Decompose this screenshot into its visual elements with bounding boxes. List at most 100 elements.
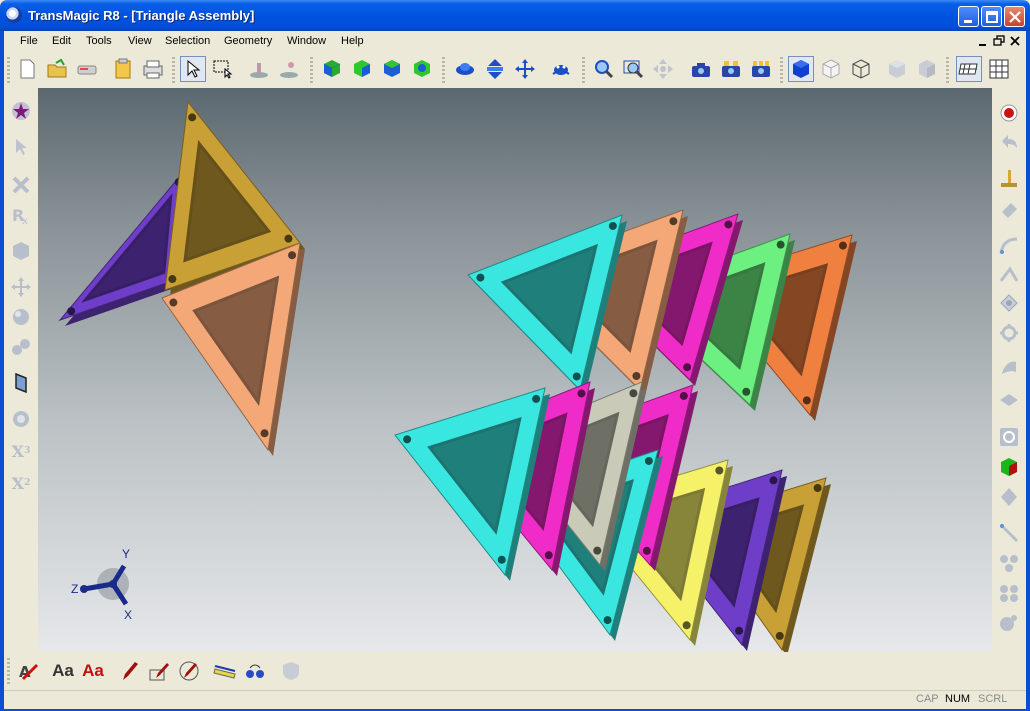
x-cubed-icon[interactable]: X3 <box>8 438 34 464</box>
delete-icon[interactable] <box>8 172 34 198</box>
minimize-button[interactable] <box>958 6 979 27</box>
cube-icon[interactable] <box>8 238 34 264</box>
maximize-button[interactable] <box>981 6 1002 27</box>
triangle-cyan-top[interactable] <box>467 214 627 396</box>
menu-edit[interactable]: Edit <box>52 35 71 47</box>
green-cube-icon[interactable] <box>996 454 1022 480</box>
mdi-restore-icon[interactable] <box>992 34 1006 48</box>
brush-icon[interactable] <box>996 166 1022 192</box>
bottom-toolbar-grip[interactable] <box>7 658 10 684</box>
toolbar-grip-3[interactable] <box>310 57 313 83</box>
diamond-icon[interactable] <box>996 484 1022 510</box>
text-red-icon[interactable]: Aa <box>80 658 106 684</box>
segment-icon[interactable] <box>996 520 1022 546</box>
pen-slash-icon[interactable] <box>176 658 202 684</box>
grid-1-icon[interactable] <box>956 56 982 82</box>
title-bar[interactable]: TransMagic R8 - [Triangle Assembly] <box>0 0 1030 31</box>
undo-icon[interactable] <box>996 130 1022 156</box>
box-select-icon[interactable] <box>210 56 236 82</box>
zoom-all-icon[interactable] <box>650 56 676 82</box>
camera-2-icon[interactable] <box>718 56 744 82</box>
face-icon[interactable] <box>996 290 1022 316</box>
zoom-window-icon[interactable] <box>620 56 646 82</box>
menu-file[interactable]: File <box>20 35 38 47</box>
zoom-fit-icon[interactable] <box>590 56 616 82</box>
cube-green-3-icon[interactable] <box>379 56 405 82</box>
toolbar-grip[interactable] <box>7 57 10 83</box>
menu-geometry[interactable]: Geometry <box>224 35 272 47</box>
new-file-icon[interactable] <box>14 56 40 82</box>
paste-icon[interactable] <box>110 56 136 82</box>
move-arrows-icon[interactable] <box>512 56 538 82</box>
cursor-icon[interactable] <box>8 134 34 160</box>
toolbar-grip-6[interactable] <box>780 57 783 83</box>
move-icon[interactable] <box>8 274 34 300</box>
mdi-minimize-icon[interactable] <box>976 34 990 48</box>
surface-icon[interactable] <box>996 356 1022 382</box>
menu-tools[interactable]: Tools <box>86 35 112 47</box>
cube-green-4-icon[interactable] <box>409 56 435 82</box>
x-squared-icon[interactable]: X2 <box>8 470 34 496</box>
pan-vertical-icon[interactable] <box>482 56 508 82</box>
menu-help[interactable]: Help <box>341 35 364 47</box>
close-button[interactable] <box>1004 6 1025 27</box>
pick-part-icon[interactable] <box>246 56 272 82</box>
pen-box-icon[interactable] <box>146 658 172 684</box>
light-cube-icon[interactable] <box>818 56 844 82</box>
plane-icon[interactable] <box>996 386 1022 412</box>
grey-cube-2-icon[interactable] <box>914 56 940 82</box>
rotate-view-icon[interactable] <box>452 56 478 82</box>
wireframe-cube-icon[interactable] <box>848 56 874 82</box>
scanner-icon[interactable] <box>74 56 100 82</box>
toolbar-grip-5[interactable] <box>582 57 585 83</box>
toolbar-grip-4[interactable] <box>442 57 445 83</box>
axis-x-label: X <box>124 608 132 622</box>
cube-green-2-icon[interactable] <box>349 56 375 82</box>
refresh-icon[interactable] <box>996 424 1022 450</box>
menu-window[interactable]: Window <box>287 35 326 47</box>
circle-icon[interactable] <box>8 406 34 432</box>
toolbar-grip-7[interactable] <box>946 57 949 83</box>
axis-triad: Y Z X <box>71 547 132 622</box>
grey-cube-1-icon[interactable] <box>884 56 910 82</box>
star-icon[interactable] <box>8 98 34 124</box>
text-icon[interactable]: Aa <box>50 658 76 684</box>
print-icon[interactable] <box>140 56 166 82</box>
pick-body-icon[interactable] <box>276 56 302 82</box>
parallelogram-icon[interactable] <box>8 370 34 396</box>
toolbar-grip-2[interactable] <box>172 57 175 83</box>
grid-2-icon[interactable] <box>986 56 1012 82</box>
ruler-icon[interactable] <box>212 658 238 684</box>
sphere-group-2-icon[interactable] <box>996 580 1022 606</box>
open-folder-icon[interactable] <box>44 56 70 82</box>
camera-1-icon[interactable] <box>688 56 714 82</box>
eraser-icon[interactable] <box>996 196 1022 222</box>
points-icon[interactable] <box>242 658 268 684</box>
shield-icon[interactable] <box>278 658 304 684</box>
record-icon[interactable] <box>996 100 1022 126</box>
line-icon[interactable] <box>996 260 1022 286</box>
camera-3-icon[interactable] <box>748 56 774 82</box>
menu-view[interactable]: View <box>128 35 152 47</box>
spider-icon[interactable] <box>548 56 574 82</box>
sphere-group-3-icon[interactable] <box>996 610 1022 636</box>
shaded-cube-icon[interactable] <box>788 56 814 82</box>
cog-icon[interactable] <box>996 320 1022 346</box>
menu-bar: File Edit Tools View Selection Geometry … <box>4 31 1026 53</box>
sphere-icon[interactable] <box>8 304 34 330</box>
triangle-cyan-bottom[interactable] <box>394 387 550 581</box>
select-arrow-icon[interactable] <box>180 56 206 82</box>
curve-icon[interactable] <box>996 232 1022 258</box>
restore-icon <box>986 11 998 23</box>
red-pen-icon[interactable]: A <box>16 658 42 684</box>
mdi-close-icon[interactable] <box>1008 34 1022 48</box>
rx-icon[interactable]: Rx <box>8 202 34 228</box>
3d-viewport[interactable]: Y Z X <box>38 88 992 652</box>
sphere-group-1-icon[interactable] <box>996 550 1022 576</box>
app-icon[interactable] <box>6 7 22 23</box>
spheres-icon[interactable] <box>8 334 34 360</box>
assembly-scene[interactable] <box>38 88 992 652</box>
pen-icon[interactable] <box>116 658 142 684</box>
cube-green-1-icon[interactable] <box>319 56 345 82</box>
menu-selection[interactable]: Selection <box>165 35 210 47</box>
